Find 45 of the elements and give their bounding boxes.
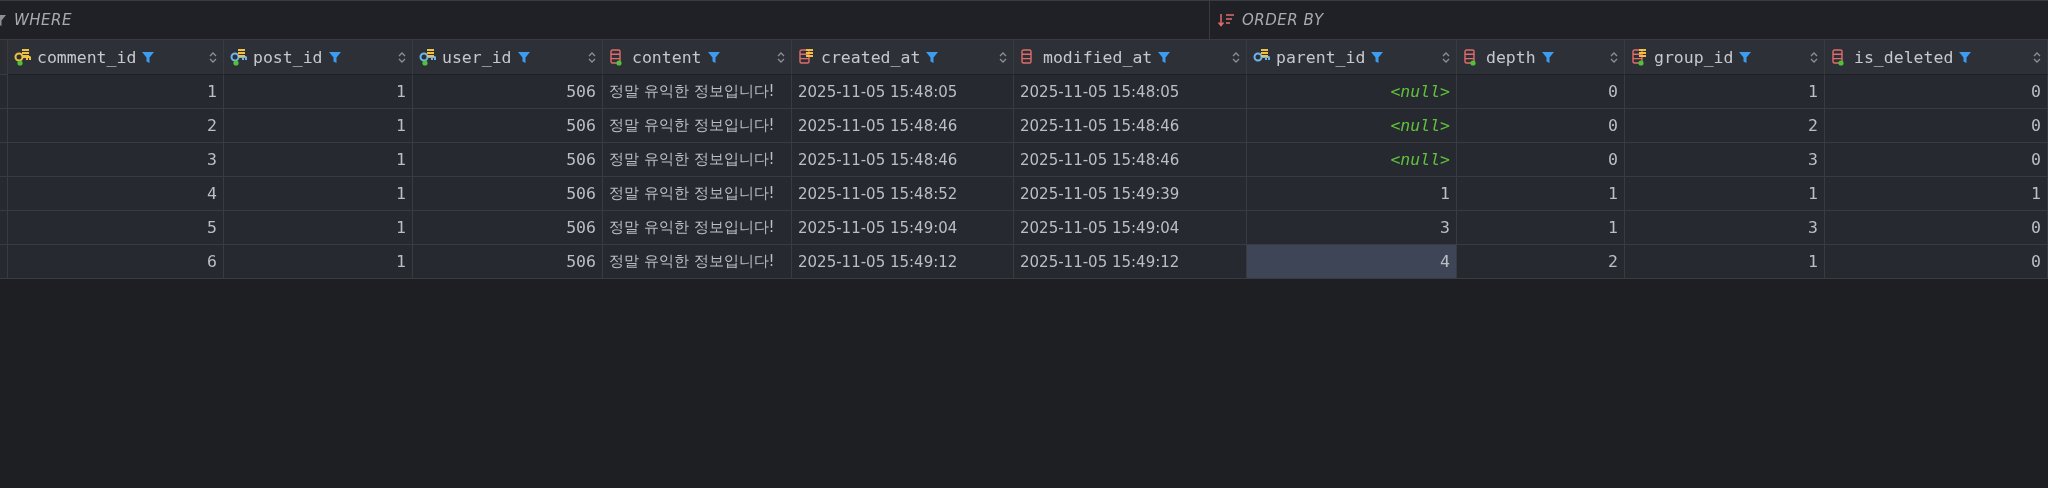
sort-icon[interactable] <box>209 50 217 64</box>
column-header[interactable]: post_id <box>224 40 413 75</box>
filter-icon[interactable] <box>1370 50 1385 64</box>
filter-icon[interactable] <box>1540 50 1555 64</box>
sort-icon[interactable] <box>1610 50 1618 64</box>
filter-icon[interactable] <box>1738 50 1753 64</box>
column-header[interactable]: parent_id <box>1247 40 1457 75</box>
sort-icon[interactable] <box>2033 50 2041 64</box>
sort-icon[interactable] <box>1810 50 1818 64</box>
filter-icon[interactable] <box>0 13 6 27</box>
column-name: content <box>632 47 702 67</box>
column-header[interactable]: user_id <box>413 40 603 75</box>
sort-icon[interactable] <box>1442 50 1450 64</box>
filter-icon[interactable] <box>706 50 721 64</box>
table-cell[interactable]: 4 <box>1247 245 1457 279</box>
sort-icon[interactable] <box>999 50 1007 64</box>
column-header[interactable]: depth <box>1457 40 1625 75</box>
filter-icon[interactable] <box>141 50 156 64</box>
column-name: post_id <box>253 47 323 67</box>
filter-icon[interactable] <box>327 50 342 64</box>
column-header[interactable]: modified_at <box>1014 40 1247 75</box>
column-name: created_at <box>821 47 921 67</box>
column-header[interactable]: created_at <box>792 40 1014 75</box>
column-name: parent_id <box>1276 47 1366 67</box>
filter-icon[interactable] <box>516 50 531 64</box>
filter-icon[interactable] <box>1157 50 1172 64</box>
column-name: user_id <box>442 47 512 67</box>
column-name: is_deleted <box>1854 47 1954 67</box>
column-header[interactable]: is_deleted <box>1825 40 2048 75</box>
column-name: group_id <box>1654 47 1734 67</box>
filter-icon[interactable] <box>925 50 940 64</box>
column-name: depth <box>1486 47 1536 67</box>
filter-icon[interactable] <box>1958 50 1973 64</box>
order-by-label: ORDER BY <box>1242 11 1324 29</box>
sort-icon[interactable] <box>1232 50 1240 64</box>
sort-icon[interactable] <box>398 50 406 64</box>
column-header[interactable]: content <box>603 40 792 75</box>
where-label: WHERE <box>14 11 72 29</box>
sort-icon[interactable] <box>588 50 596 64</box>
column-header[interactable]: comment_id <box>8 40 224 75</box>
column-header[interactable]: group_id <box>1625 40 1825 75</box>
sort-order-icon[interactable] <box>1218 13 1234 27</box>
column-name: comment_id <box>37 47 137 67</box>
column-name: modified_at <box>1043 47 1153 67</box>
sort-icon[interactable] <box>777 50 785 64</box>
